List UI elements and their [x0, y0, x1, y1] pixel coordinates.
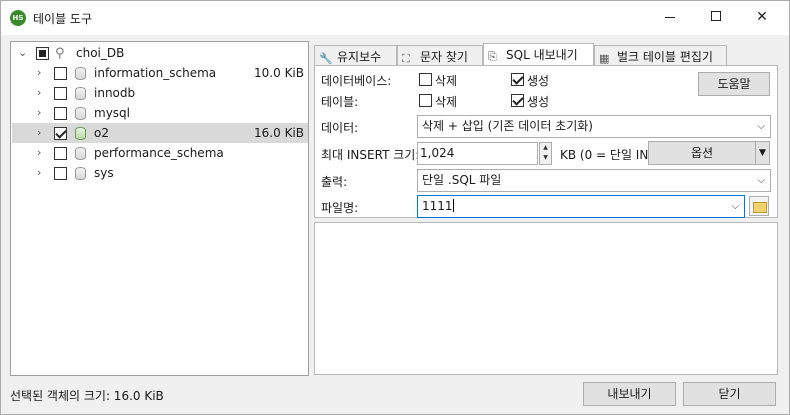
tree-item[interactable]: › information_schema 10.0 KiB	[12, 63, 308, 83]
minimize-icon	[665, 16, 675, 18]
binoculars-icon: ⛶	[402, 52, 410, 65]
data-label: 데이터:	[321, 121, 359, 135]
export-button[interactable]: 내보내기	[583, 382, 676, 406]
data-mode-value: 삭제 + 삽입 (기존 데이터 초기화)	[422, 119, 593, 133]
tree-item-label: mysql	[94, 106, 130, 120]
tab-find-text[interactable]: ⛶ 문자 찾기	[397, 45, 483, 65]
table-drop-checkbox[interactable]	[419, 94, 432, 107]
options-button[interactable]: 옵션	[648, 141, 756, 165]
database-icon	[75, 87, 86, 100]
text-cursor	[452, 199, 454, 212]
max-insert-label: 최대 INSERT 크기:	[321, 148, 420, 162]
table-edit-icon: ▦	[599, 52, 610, 65]
selection-size-status: 선택된 객체의 크기: 16.0 KiB	[10, 389, 164, 403]
close-window-button[interactable]: ✕	[739, 1, 785, 33]
root-checkbox[interactable]	[36, 47, 49, 60]
tab-sql-export[interactable]: ⎘ SQL 내보내기	[483, 43, 594, 66]
table-label: 테이블:	[321, 95, 359, 109]
chevron-down-icon[interactable]: ⌄	[18, 46, 27, 59]
database-icon	[75, 67, 86, 80]
item-checkbox[interactable]	[54, 107, 67, 120]
output-value: 단일 .SQL 파일	[422, 173, 502, 187]
tree-item-label: sys	[94, 166, 114, 180]
sql-export-panel: 데이터베이스: 삭제 생성 도움말 테이블: 삭제 생성 데이터: 삭제 + 삽…	[314, 65, 778, 218]
database-label: 데이터베이스:	[321, 74, 392, 88]
chevron-down-icon: ⌵	[757, 175, 765, 186]
title-bar: HS 테이블 도구 ✕	[1, 1, 789, 35]
tree-root-label: choi_DB	[76, 46, 125, 60]
close-button[interactable]: 닫기	[683, 382, 776, 406]
export-icon: ⎘	[488, 50, 497, 63]
tab-label: 벌크 테이블 편집기	[617, 50, 713, 64]
max-insert-spinner[interactable]: ▲ ▼	[539, 142, 552, 165]
chevron-right-icon[interactable]: ›	[37, 86, 41, 99]
connection-icon: ⚲	[55, 46, 65, 61]
tab-bulk-table-editor[interactable]: ▦ 벌크 테이블 편집기	[594, 45, 727, 65]
database-create-label: 생성	[527, 74, 550, 88]
filename-label: 파일명:	[321, 201, 359, 215]
item-checkbox[interactable]	[54, 147, 67, 160]
item-checkbox[interactable]	[54, 67, 67, 80]
window-title: 테이블 도구	[33, 12, 93, 26]
chevron-right-icon[interactable]: ›	[37, 106, 41, 119]
database-icon	[75, 147, 86, 160]
tree-item-label: information_schema	[94, 66, 217, 80]
tree-item[interactable]: › performance_schema	[12, 143, 308, 163]
maximize-icon	[711, 11, 721, 21]
table-create-label: 생성	[527, 95, 550, 109]
chevron-right-icon[interactable]: ›	[37, 146, 41, 159]
max-insert-input[interactable]: 1,024	[417, 142, 538, 165]
item-checkbox[interactable]	[54, 167, 67, 180]
tab-label: 유지보수	[337, 50, 382, 64]
tree-item-size: 10.0 KiB	[254, 66, 304, 80]
app-logo-icon: HS	[10, 10, 26, 26]
tree-item[interactable]: › sys	[12, 163, 308, 183]
options-dropdown-button[interactable]: ▼	[755, 141, 770, 165]
item-checkbox[interactable]	[54, 127, 67, 140]
tree-item-size: 16.0 KiB	[254, 126, 304, 140]
chevron-right-icon[interactable]: ›	[37, 166, 41, 179]
database-icon	[75, 107, 86, 120]
table-tools-window: HS 테이블 도구 ✕ ⌄ ⚲ choi_DB › information_sc…	[0, 0, 790, 415]
output-label: 출력:	[321, 175, 348, 189]
tree-item-selected[interactable]: › o2 16.0 KiB	[12, 123, 308, 143]
item-checkbox[interactable]	[54, 87, 67, 100]
table-drop-label: 삭제	[435, 95, 458, 109]
close-icon: ✕	[756, 9, 768, 25]
folder-browse-icon[interactable]	[749, 196, 769, 216]
filename-value: 1111	[422, 199, 453, 213]
chevron-right-icon[interactable]: ›	[37, 66, 41, 79]
maximize-button[interactable]	[693, 1, 739, 33]
tree-item-label: performance_schema	[94, 146, 224, 160]
max-insert-value: 1,024	[420, 146, 455, 160]
chevron-down-icon: ⌵	[757, 121, 765, 132]
database-icon	[75, 167, 86, 180]
wrench-icon: 🔧	[319, 52, 333, 65]
tab-label: 문자 찾기	[420, 50, 468, 64]
database-drop-label: 삭제	[435, 74, 458, 88]
database-tree[interactable]: ⌄ ⚲ choi_DB › information_schema 10.0 Ki…	[10, 41, 309, 376]
output-select[interactable]: 단일 .SQL 파일 ⌵	[417, 169, 771, 192]
data-mode-select[interactable]: 삭제 + 삽입 (기존 데이터 초기화) ⌵	[417, 115, 771, 138]
tab-label: SQL 내보내기	[506, 48, 578, 62]
tab-maintenance[interactable]: 🔧 유지보수	[314, 45, 397, 65]
help-button[interactable]: 도움말	[698, 72, 770, 96]
database-active-icon	[75, 127, 86, 140]
database-create-checkbox[interactable]	[511, 73, 524, 86]
max-insert-unit: KB (0 = 단일 INS	[560, 148, 650, 162]
minimize-button[interactable]	[647, 1, 693, 33]
tree-item-label: o2	[94, 126, 109, 140]
table-create-checkbox[interactable]	[511, 94, 524, 107]
tree-item[interactable]: › innodb	[12, 83, 308, 103]
tree-item-label: innodb	[94, 86, 136, 100]
tree-item[interactable]: › mysql	[12, 103, 308, 123]
chevron-down-icon: ⌵	[731, 201, 739, 212]
database-drop-checkbox[interactable]	[419, 73, 432, 86]
tree-root-row[interactable]: ⌄ ⚲ choi_DB	[12, 43, 308, 63]
output-log-area[interactable]	[314, 222, 778, 375]
filename-input[interactable]: 1111 ⌵	[417, 195, 745, 218]
chevron-right-icon[interactable]: ›	[37, 126, 41, 139]
